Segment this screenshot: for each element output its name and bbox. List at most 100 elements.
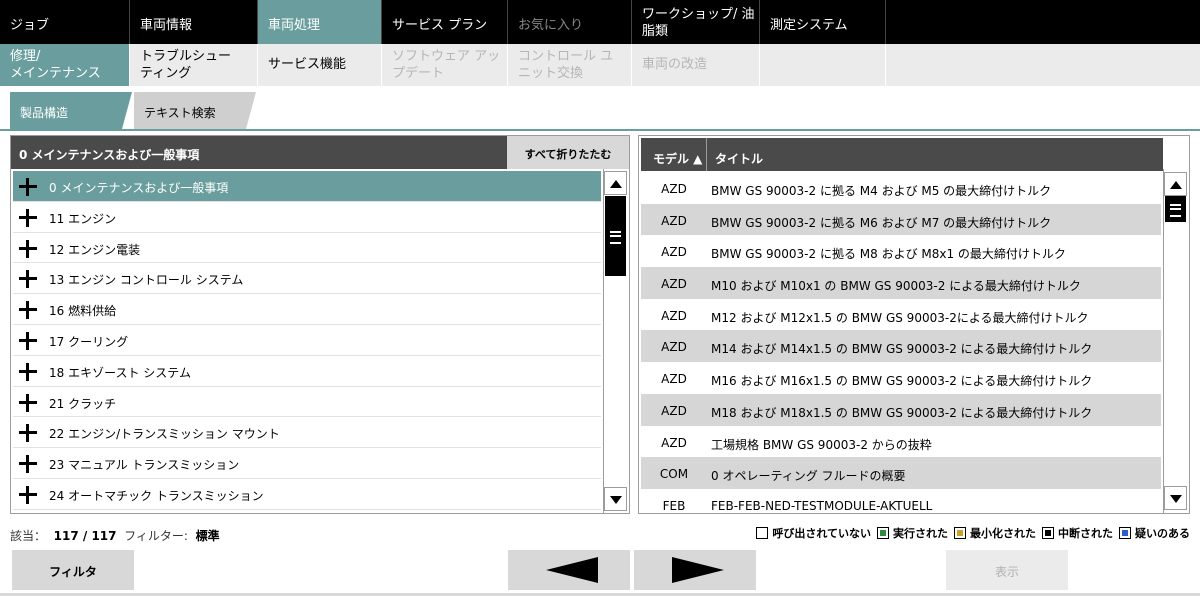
expand-plus-icon[interactable]: [19, 178, 37, 196]
scroll-up-arrow-icon[interactable]: [1164, 172, 1187, 196]
expand-plus-icon[interactable]: [19, 424, 37, 443]
submenu-vehicle-modification[interactable]: 車両の改造: [632, 44, 760, 86]
scroll-down-arrow-icon[interactable]: [1164, 486, 1187, 510]
document-row[interactable]: AZD BMW GS 90003-2 に拠る M6 および M7 の最大締付けトル…: [641, 203, 1161, 236]
menu-service-plan[interactable]: サービス プラン: [382, 0, 508, 44]
legend-label: 呼び出されていない: [772, 527, 871, 540]
legend-item: 呼び出されていない: [756, 525, 871, 541]
legend-label: 最小化された: [970, 527, 1036, 540]
row-title: M18 および M18x1.5 の BMW GS 90003-2 による最大締付…: [711, 405, 1093, 420]
row-model: AZD: [661, 435, 687, 450]
legend-item: 中断された: [1042, 525, 1113, 541]
submenu-control-unit-replacement[interactable]: コントロール ユ ニット交換: [508, 44, 632, 86]
menu-workshop-line1: ワークショップ/ 油: [642, 7, 755, 22]
tree-item-label: 13 エンジン コントロール システム: [49, 273, 244, 288]
tree-item-label: 18 エキゾースト システム: [49, 365, 191, 380]
tree-list: 0 メインテナンスおよび一般事項 11 エンジン 12 エンジン電装 13 エン…: [13, 171, 601, 511]
document-row[interactable]: AZD BMW GS 90003-2 に拠る M4 および M5 の最大締付けトル…: [641, 172, 1161, 204]
document-row[interactable]: COM 0 オペレーティング フルードの概要: [641, 457, 1161, 489]
menu-favorites[interactable]: お気に入り: [508, 0, 632, 44]
tree-item[interactable]: 12 エンジン電装: [13, 233, 601, 264]
expand-plus-icon[interactable]: [19, 393, 37, 412]
column-header-title[interactable]: タイトル: [715, 150, 763, 167]
row-model: AZD: [661, 213, 687, 228]
document-row[interactable]: AZD M16 および M16x1.5 の BMW GS 90003-2 による最…: [641, 362, 1161, 394]
submenu-troubleshooting[interactable]: トラブルシュー ティング: [130, 44, 258, 86]
expand-plus-icon[interactable]: [19, 208, 37, 227]
menu-workshop-lubricants[interactable]: ワークショップ/ 油 脂類: [632, 0, 760, 44]
legend-label: 中断された: [1058, 527, 1113, 540]
document-row[interactable]: AZD M12 および M12x1.5 の BMW GS 90003-2による最大…: [641, 299, 1161, 331]
menu-vehicle-processing[interactable]: 車両処理: [258, 0, 382, 44]
document-row[interactable]: AZD BMW GS 90003-2 に拠る M8 および M8x1 の最大締付け…: [641, 235, 1161, 267]
row-title: M10 および M10x1 の BMW GS 90003-2 による最大締付けト…: [711, 279, 1081, 294]
submenu-software-update[interactable]: ソフトウェア アッ プデート: [382, 44, 508, 86]
status-legend: 呼び出されていない 実行された 最小化された 中断された 疑いのある: [756, 525, 1190, 541]
submenu-troubleshooting-line1: トラブルシュー: [140, 49, 232, 64]
tree-item-label: 23 マニュアル トランスミッション: [49, 458, 240, 473]
submenu-service-functions[interactable]: サービス機能: [258, 44, 382, 86]
tree-item[interactable]: 18 エキゾースト システム: [13, 356, 601, 387]
filter-value: 標準: [195, 529, 220, 543]
menu-job[interactable]: ジョブ: [0, 0, 130, 44]
legend-item: 疑いのある: [1119, 525, 1190, 541]
expand-plus-icon[interactable]: [19, 362, 37, 381]
next-arrow-button[interactable]: [634, 550, 756, 590]
tree-item[interactable]: 13 エンジン コントロール システム: [13, 263, 601, 295]
menu-vehicle-info[interactable]: 車両情報: [130, 0, 258, 44]
tree-item-label: 21 クラッチ: [49, 396, 117, 411]
tree-item[interactable]: 21 クラッチ: [13, 387, 601, 418]
legend-swatch: [759, 530, 766, 536]
row-model: AZD: [661, 372, 687, 387]
expand-plus-icon[interactable]: [19, 455, 37, 474]
document-row[interactable]: AZD M14 および M14x1.5 の BMW GS 90003-2 による最…: [641, 330, 1161, 363]
document-scrollbar[interactable]: [1163, 169, 1187, 513]
filter-button[interactable]: フィルタ: [12, 550, 134, 590]
tree-item[interactable]: 24 オートマチック トランスミッション: [13, 479, 601, 510]
scroll-thumb[interactable]: [1165, 196, 1186, 222]
previous-arrow-button[interactable]: [508, 550, 630, 590]
status-suspected-icon: [1119, 527, 1131, 539]
submenu-ecu-line1: コントロール ユ: [518, 49, 614, 64]
expand-plus-icon[interactable]: [19, 239, 37, 258]
row-model: AZD: [661, 277, 687, 292]
scroll-up-arrow-icon[interactable]: [604, 171, 627, 195]
tree-item-label: 22 エンジン/トランスミッション マウント: [49, 427, 280, 442]
expand-plus-icon[interactable]: [19, 270, 37, 289]
menu-measurement-system[interactable]: 測定システム: [760, 0, 886, 44]
submenu-repair-maintenance[interactable]: 修理/ メインテナンス: [0, 44, 130, 86]
column-header-model[interactable]: モデル ▲: [641, 138, 707, 171]
tree-item[interactable]: 17 クーリング: [13, 325, 601, 356]
tree-item[interactable]: 16 燃料供給: [13, 294, 601, 325]
sub-menu-bar: 修理/ メインテナンス トラブルシュー ティング サービス機能 ソフトウェア ア…: [0, 44, 1200, 86]
tree-item-label: 24 オートマチック トランスミッション: [49, 488, 264, 503]
submenu-troubleshooting-line2: ティング: [140, 66, 192, 81]
submenu-software-line2: プデート: [392, 66, 445, 81]
expand-plus-icon[interactable]: [19, 301, 37, 320]
tree-item[interactable]: 23 マニュアル トランスミッション: [13, 448, 601, 479]
collapse-all-button[interactable]: すべて折りたたむ: [507, 136, 629, 169]
document-rows: AZD BMW GS 90003-2 に拠る M4 および M5 の最大締付けトル…: [641, 172, 1161, 513]
legend-label: 実行された: [893, 527, 948, 540]
tab-product-structure[interactable]: 製品構造: [10, 92, 132, 129]
document-row[interactable]: AZD 工場規格 BMW GS 90003-2 からの抜粋: [641, 426, 1161, 458]
document-row[interactable]: FEB FEB-FEB-NED-TESTMODULE-AKTUELL: [641, 489, 1161, 521]
document-row[interactable]: AZD M10 および M10x1 の BMW GS 90003-2 による最大締…: [641, 267, 1161, 299]
tab-text-search[interactable]: テキスト検索: [134, 92, 256, 129]
expand-plus-icon[interactable]: [19, 331, 37, 350]
row-title: M16 および M16x1.5 の BMW GS 90003-2 による最大締付…: [711, 374, 1093, 389]
scroll-down-arrow-icon[interactable]: [604, 487, 627, 511]
row-title: BMW GS 90003-2 に拠る M4 および M5 の最大締付けトルク: [711, 184, 1052, 198]
document-row[interactable]: AZD M18 および M18x1.5 の BMW GS 90003-2 による最…: [641, 393, 1161, 426]
tree-item[interactable]: 0 メインテナンスおよび一般事項: [13, 171, 601, 202]
expand-plus-icon[interactable]: [19, 485, 37, 504]
show-button[interactable]: 表示: [946, 550, 1068, 590]
row-title: BMW GS 90003-2 に拠る M8 および M8x1 の最大締付けトルク: [711, 247, 1066, 262]
scroll-thumb[interactable]: [605, 196, 626, 276]
row-title: 0 オペレーティング フルードの概要: [711, 469, 906, 484]
status-minimized-icon: [954, 527, 966, 539]
tree-item[interactable]: 11 エンジン: [13, 202, 601, 233]
tree-item[interactable]: 22 エンジン/トランスミッション マウント: [13, 417, 601, 449]
tree-scrollbar[interactable]: [603, 169, 627, 513]
product-structure-panel: 0 メインテナンスおよび一般事項 すべて折りたたむ 0 メインテナンスおよび一般…: [10, 135, 630, 514]
